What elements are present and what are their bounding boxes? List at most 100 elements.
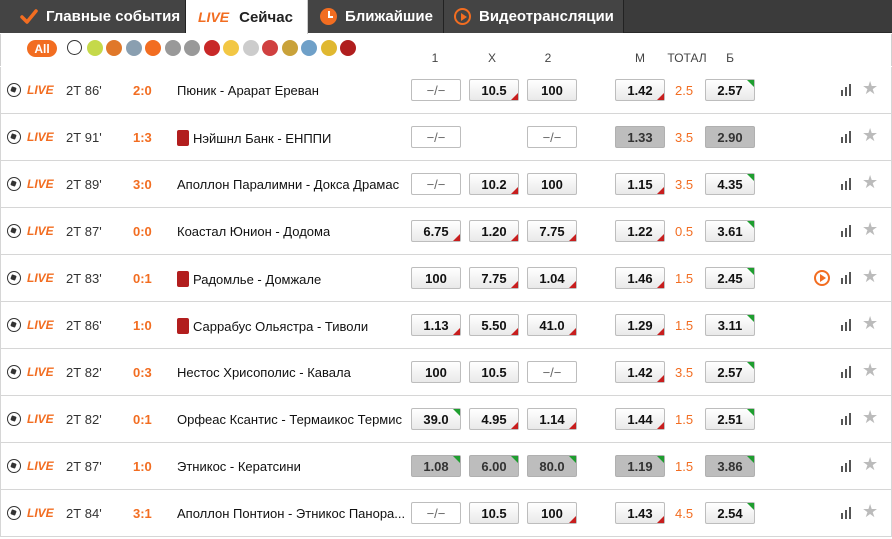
match-teams[interactable]: Коастал Юнион - Додома xyxy=(177,224,330,239)
match-teams[interactable]: Пюник - Арарат Ереван xyxy=(177,83,319,98)
odds-ox-button[interactable]: 10.2 xyxy=(469,173,519,195)
odds-o1-button[interactable]: 100 xyxy=(411,267,461,289)
hockey-icon[interactable] xyxy=(125,40,142,56)
favorite-star-icon[interactable]: ★ xyxy=(862,79,878,97)
odds-ox-button[interactable]: 10.5 xyxy=(469,79,519,101)
odds-o2-button[interactable]: 100 xyxy=(527,79,577,101)
match-teams[interactable]: Нэйшнл Банк - ЕНППИ xyxy=(177,130,331,146)
badminton-icon[interactable] xyxy=(301,40,317,56)
odds-m-button[interactable]: 1.42 xyxy=(615,79,665,101)
tab-live-now[interactable]: LIVE Сейчас xyxy=(186,0,308,34)
favorite-star-icon[interactable]: ★ xyxy=(862,314,878,332)
tennis-icon[interactable] xyxy=(86,40,103,56)
favorite-star-icon[interactable]: ★ xyxy=(862,220,878,238)
odds-o1-button[interactable]: 1.13 xyxy=(411,314,461,336)
favorite-star-icon[interactable]: ★ xyxy=(862,173,878,191)
odds-o1-button[interactable]: 100 xyxy=(411,361,461,383)
odds-b-button[interactable]: 3.11 xyxy=(705,314,755,336)
event-row[interactable]: LIVE 2Т 84' 3:1 Аполлон Понтион - Этникос П… xyxy=(0,490,892,537)
tab-upcoming[interactable]: Ближайшие xyxy=(308,0,444,33)
volleyball-icon[interactable] xyxy=(223,40,239,56)
favorite-star-icon[interactable]: ★ xyxy=(862,267,878,285)
event-row[interactable]: LIVE 2Т 91' 1:3 Нэйшнл Банк - ЕНППИ −/− −/− 1.… xyxy=(0,114,892,161)
odds-ox-button[interactable]: 5.50 xyxy=(469,314,519,336)
odds-b-button[interactable]: 2.54 xyxy=(705,502,755,524)
odds-m-button[interactable]: 1.19 xyxy=(615,455,665,477)
snooker-icon[interactable] xyxy=(340,40,356,56)
odds-ox-button[interactable]: 6.00 xyxy=(469,455,519,477)
favorite-star-icon[interactable]: ★ xyxy=(862,408,878,426)
video-play-icon[interactable] xyxy=(814,270,830,286)
esports-icon[interactable] xyxy=(145,40,161,56)
odds-o2-button[interactable]: −/− xyxy=(527,361,577,383)
favorite-star-icon[interactable]: ★ xyxy=(862,126,878,144)
odds-b-button[interactable]: 2.57 xyxy=(705,79,755,101)
odds-m-button[interactable]: 1.22 xyxy=(615,220,665,242)
statistics-icon[interactable] xyxy=(841,225,853,237)
odds-b-button[interactable]: 4.35 xyxy=(705,173,755,195)
event-row[interactable]: LIVE 2Т 83' 0:1 Радомлье - Домжале 100 7.75 1.… xyxy=(0,255,892,302)
golf-icon[interactable] xyxy=(281,40,298,56)
statistics-icon[interactable] xyxy=(841,178,853,190)
football-icon[interactable] xyxy=(67,40,82,55)
statistics-icon[interactable] xyxy=(841,272,853,284)
filter-all-button[interactable]: All xyxy=(27,40,57,57)
event-row[interactable]: LIVE 2Т 86' 2:0 Пюник - Арарат Ереван −/− 10.… xyxy=(0,67,892,114)
chess-icon[interactable] xyxy=(164,40,181,56)
handball-icon[interactable] xyxy=(262,40,278,56)
odds-o2-button[interactable]: 7.75 xyxy=(527,220,577,242)
odds-m-button[interactable]: 1.44 xyxy=(615,408,665,430)
odds-b-button[interactable]: 3.61 xyxy=(705,220,755,242)
odds-o2-button[interactable]: 1.14 xyxy=(527,408,577,430)
statistics-icon[interactable] xyxy=(841,366,853,378)
odds-o1-button[interactable]: −/− xyxy=(411,126,461,148)
odds-o1-button[interactable]: −/− xyxy=(411,502,461,524)
match-teams[interactable]: Саррабус Ольястра - Тиволи xyxy=(177,318,368,334)
odds-o2-button[interactable]: 41.0 xyxy=(527,314,577,336)
odds-b-button[interactable]: 2.45 xyxy=(705,267,755,289)
odds-o2-button[interactable]: −/− xyxy=(527,126,577,148)
odds-m-button[interactable]: 1.43 xyxy=(615,502,665,524)
match-teams[interactable]: Этникос - Кератсини xyxy=(177,459,301,474)
odds-o2-button[interactable]: 80.0 xyxy=(527,455,577,477)
match-teams[interactable]: Радомлье - Домжале xyxy=(177,271,321,287)
odds-o1-button[interactable]: 39.0 xyxy=(411,408,461,430)
beach-volley-icon[interactable] xyxy=(320,40,337,56)
tab-main-events[interactable]: Главные события xyxy=(0,0,186,33)
tab-video[interactable]: Видеотрансляции xyxy=(444,0,624,33)
cricket-icon[interactable] xyxy=(242,40,259,56)
match-teams[interactable]: Нестос Хрисополис - Кавала xyxy=(177,365,351,380)
odds-m-button[interactable]: 1.33 xyxy=(615,126,665,148)
event-row[interactable]: LIVE 2Т 82' 0:1 Орфеас Ксантис - Термаикос … xyxy=(0,396,892,443)
event-row[interactable]: LIVE 2Т 87' 1:0 Этникос - Кератсини 1.08 6.00… xyxy=(0,443,892,490)
odds-o1-button[interactable]: 1.08 xyxy=(411,455,461,477)
statistics-icon[interactable] xyxy=(841,413,853,425)
statistics-icon[interactable] xyxy=(841,319,853,331)
statistics-icon[interactable] xyxy=(841,84,853,96)
favorite-star-icon[interactable]: ★ xyxy=(862,502,878,520)
favorite-star-icon[interactable]: ★ xyxy=(862,361,878,379)
odds-ox-button[interactable]: 4.95 xyxy=(469,408,519,430)
match-teams[interactable]: Орфеас Ксантис - Термаикос Термис xyxy=(177,412,402,427)
odds-ox-button[interactable]: 10.5 xyxy=(469,361,519,383)
odds-ox-button[interactable]: 1.20 xyxy=(469,220,519,242)
match-teams[interactable]: Аполлон Понтион - Этникос Панора... xyxy=(177,506,405,521)
odds-b-button[interactable]: 3.86 xyxy=(705,455,755,477)
match-teams[interactable]: Аполлон Паралимни - Докса Драмас xyxy=(177,177,399,192)
event-row[interactable]: LIVE 2Т 82' 0:3 Нестос Хрисополис - Кавала 1… xyxy=(0,349,892,396)
odds-b-button[interactable]: 2.51 xyxy=(705,408,755,430)
odds-m-button[interactable]: 1.46 xyxy=(615,267,665,289)
odds-o1-button[interactable]: −/− xyxy=(411,173,461,195)
table-tennis-icon[interactable] xyxy=(203,40,220,56)
odds-m-button[interactable]: 1.29 xyxy=(615,314,665,336)
odds-ox-button[interactable]: 7.75 xyxy=(469,267,519,289)
odds-b-button[interactable]: 2.90 xyxy=(705,126,755,148)
event-row[interactable]: LIVE 2Т 89' 3:0 Аполлон Паралимни - Докса Д… xyxy=(0,161,892,208)
statistics-icon[interactable] xyxy=(841,131,853,143)
odds-o2-button[interactable]: 100 xyxy=(527,502,577,524)
odds-m-button[interactable]: 1.42 xyxy=(615,361,665,383)
basketball-icon[interactable] xyxy=(106,40,122,56)
favorite-star-icon[interactable]: ★ xyxy=(862,455,878,473)
odds-b-button[interactable]: 2.57 xyxy=(705,361,755,383)
odds-o1-button[interactable]: 6.75 xyxy=(411,220,461,242)
